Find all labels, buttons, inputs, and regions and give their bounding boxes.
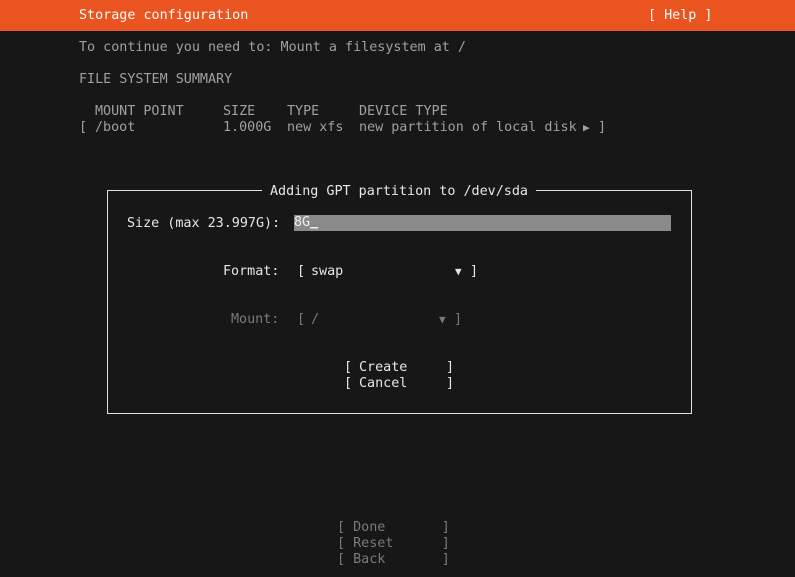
dialog-title: Adding GPT partition to /dev/sda: [262, 184, 536, 200]
row-mount-point: /boot: [95, 120, 136, 135]
size-input-value: 8G: [294, 215, 311, 230]
create-button-label: Create: [359, 360, 408, 375]
format-label: Format:: [223, 264, 280, 279]
column-device-type: DEVICE TYPE: [359, 104, 448, 119]
mount-notice: To continue you need to: Mount a filesys…: [79, 40, 466, 55]
summary-heading: FILE SYSTEM SUMMARY: [79, 72, 233, 87]
column-size: SIZE: [223, 104, 256, 119]
format-open-bracket: [: [297, 264, 306, 279]
row-arrow-icon[interactable]: ▶: [583, 120, 590, 136]
mount-dropdown-icon: ▼: [439, 313, 446, 326]
row-type: new xfs: [287, 120, 344, 135]
cancel-close-bracket: ]: [446, 376, 455, 391]
mount-label: Mount:: [231, 312, 280, 327]
mount-open-bracket: [: [297, 312, 306, 327]
size-label: Size (max 23.997G):: [127, 216, 281, 231]
column-type: TYPE: [287, 104, 320, 119]
row-close-bracket: ]: [598, 120, 607, 135]
size-input[interactable]: 8G_: [294, 215, 671, 231]
row-open-bracket: [: [79, 120, 88, 135]
mount-close-bracket: ]: [454, 312, 463, 327]
format-dropdown-icon: ▼: [455, 265, 462, 278]
header-bar: Storage configuration [ Help ]: [0, 0, 795, 31]
done-button[interactable]: [ Done ]: [337, 520, 450, 536]
page-title: Storage configuration: [79, 8, 249, 23]
format-select-value: swap: [311, 264, 344, 279]
create-open-bracket: [: [344, 360, 353, 375]
back-button[interactable]: [ Back ]: [337, 552, 450, 568]
row-device-type: new partition of local disk: [359, 120, 577, 135]
row-size: 1.000G: [223, 120, 272, 135]
format-close-bracket: ]: [470, 264, 479, 279]
text-cursor: _: [310, 215, 319, 230]
column-mount-point: MOUNT POINT: [95, 104, 184, 119]
mount-select-value: /: [311, 312, 320, 327]
create-close-bracket: ]: [446, 360, 455, 375]
help-button[interactable]: [ Help ]: [648, 8, 713, 24]
cancel-open-bracket: [: [344, 376, 353, 391]
reset-button[interactable]: [ Reset ]: [337, 536, 450, 552]
cancel-button-label: Cancel: [359, 376, 408, 391]
